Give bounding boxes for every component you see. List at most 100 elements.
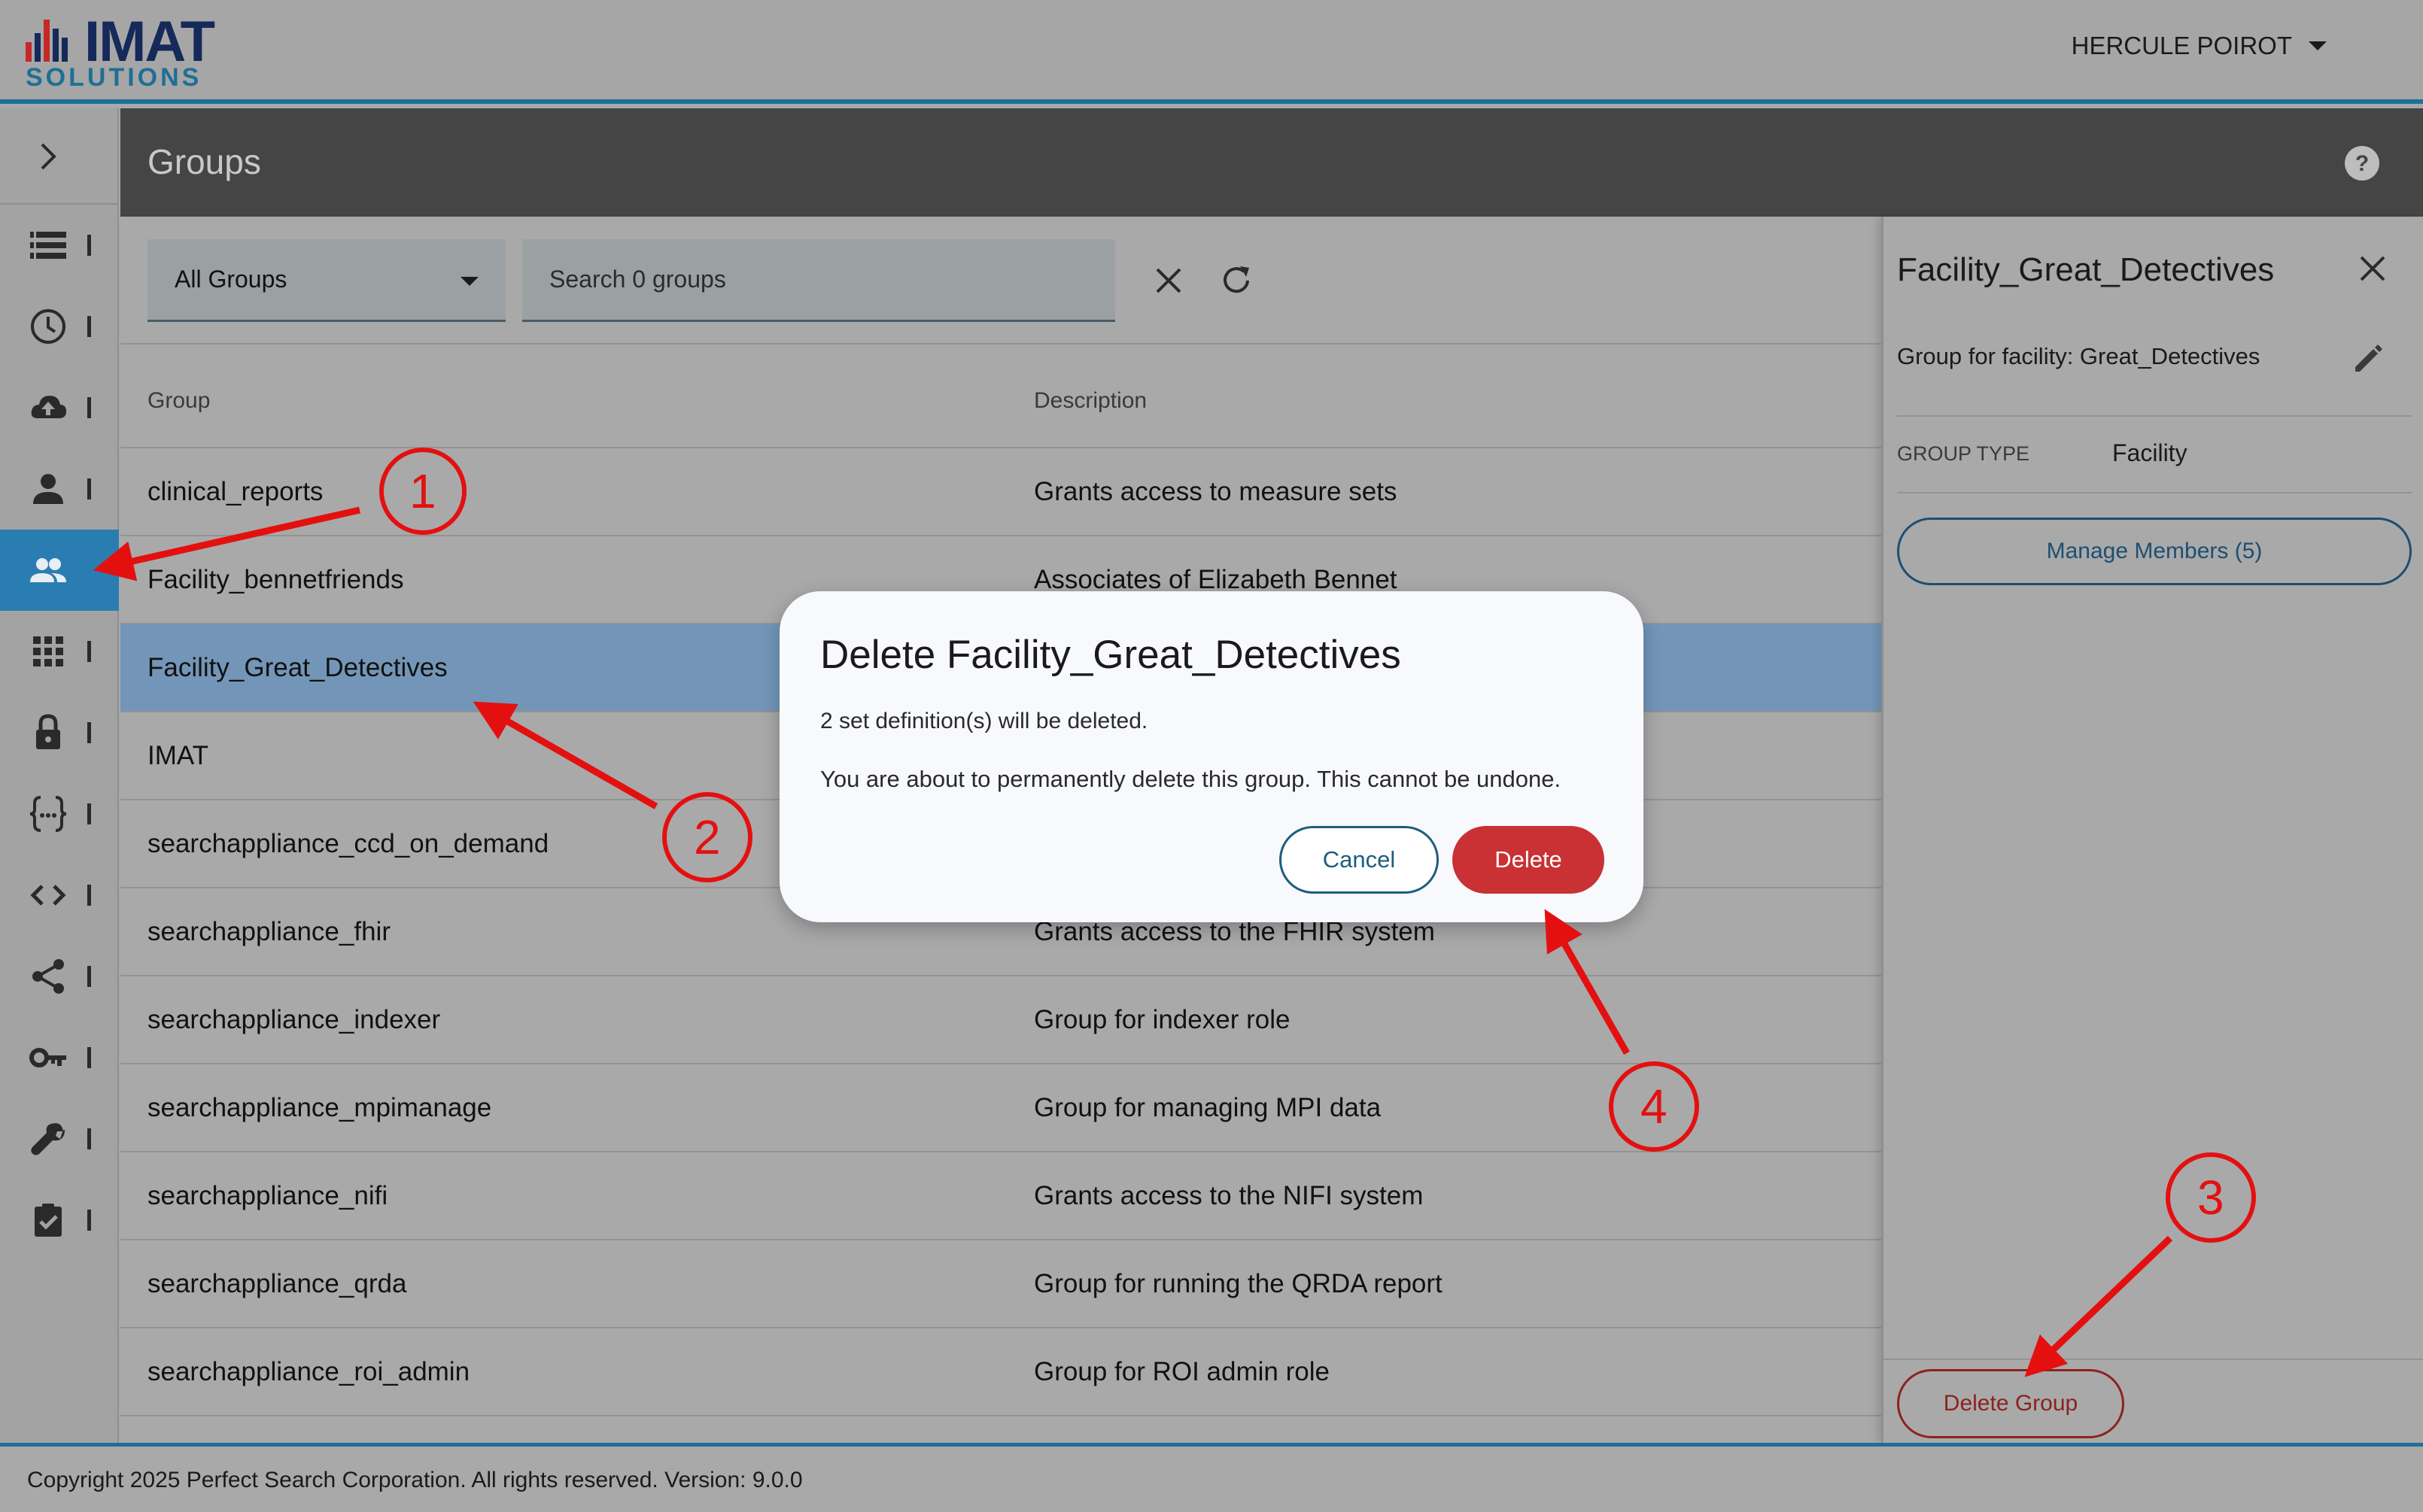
group-name: IMAT xyxy=(147,741,209,770)
group-name: Facility_Great_Detectives xyxy=(147,653,448,682)
group-name: searchappliance_nifi xyxy=(147,1181,388,1210)
group-filter-select[interactable]: All Groups xyxy=(147,239,506,322)
sidebar-item-upload[interactable] xyxy=(0,367,119,448)
imat-logo[interactable]: IMAT SOLUTIONS xyxy=(26,10,244,92)
logo-subtext: SOLUTIONS xyxy=(26,63,202,92)
sidebar-label-stub xyxy=(87,885,91,906)
sidebar-item-list[interactable] xyxy=(0,205,119,286)
sidebar-item-code[interactable] xyxy=(0,855,119,936)
dialog-title: Delete Facility_Great_Detectives xyxy=(820,633,1401,677)
sidebar-item-keys[interactable] xyxy=(0,1017,119,1098)
sidebar-label-stub xyxy=(87,722,91,743)
pencil-edit-icon[interactable] xyxy=(2349,340,2387,378)
sidebar-label-stub xyxy=(87,397,91,418)
panel-description: Group for facility: Great_Detectives xyxy=(1897,343,2260,369)
group-filter-value: All Groups xyxy=(175,266,287,293)
table-row[interactable]: searchappliance_mpimanage Group for mana… xyxy=(120,1064,1881,1152)
panel-title: Facility_Great_Detectives xyxy=(1897,251,2275,288)
divider xyxy=(1897,492,2412,493)
sidebar-item-apps[interactable] xyxy=(0,611,119,692)
group-type-label: GROUP TYPE xyxy=(1897,442,2030,465)
dropdown-arrow-icon xyxy=(461,277,479,286)
group-name: Facility_bennetfriends xyxy=(147,565,404,594)
person-icon xyxy=(33,474,63,504)
dialog-message-sets: 2 set definition(s) will be deleted. xyxy=(820,709,1148,733)
logo-bars-icon xyxy=(26,20,68,62)
sidebar-item-tasks[interactable] xyxy=(0,1180,119,1261)
sidebar-label-stub xyxy=(87,316,91,337)
sidebar-label-stub xyxy=(87,1128,91,1149)
sidebar-label-stub xyxy=(87,235,91,256)
group-description: Grants access to the NIFI system xyxy=(1034,1181,1424,1210)
close-icon[interactable] xyxy=(2355,251,2390,286)
sidebar-item-definitions[interactable] xyxy=(0,773,119,855)
table-header: Group Description xyxy=(120,343,1881,448)
caret-down-icon xyxy=(2309,41,2327,50)
sidebar-label-stub xyxy=(87,803,91,824)
search-input[interactable]: Search 0 groups xyxy=(522,239,1115,322)
clipboard-check-icon xyxy=(35,1204,62,1237)
sidebar-label-stub xyxy=(87,641,91,662)
sidebar-label-stub xyxy=(87,1210,91,1231)
sidebar-item-security[interactable] xyxy=(0,692,119,773)
clear-icon[interactable] xyxy=(1151,263,1186,298)
page-header: Groups ? xyxy=(120,108,2423,217)
sidebar-label-stub xyxy=(87,1047,91,1068)
user-name: HERCULE POIROT xyxy=(2071,32,2292,59)
table-row[interactable]: searchappliance_qrda Group for running t… xyxy=(120,1240,1881,1328)
group-description: Group for indexer role xyxy=(1034,1005,1291,1034)
sidebar-item-tools[interactable] xyxy=(0,1098,119,1180)
group-name: searchappliance_qrda xyxy=(147,1269,407,1298)
braces-icon xyxy=(29,796,67,832)
help-icon[interactable]: ? xyxy=(2343,144,2381,182)
table-row[interactable]: clinical_reports Grants access to measur… xyxy=(120,448,1881,536)
copyright-text: Copyright 2025 Perfect Search Corporatio… xyxy=(27,1468,803,1492)
annotation-number-3: 3 xyxy=(2197,1170,2224,1225)
column-header-group[interactable]: Group xyxy=(147,388,210,414)
group-name: searchappliance_fhir xyxy=(147,917,391,946)
sidebar-expand-button[interactable] xyxy=(0,108,119,205)
table-row[interactable]: searchappliance_roi_admin Group for ROI … xyxy=(120,1328,1881,1416)
search-placeholder: Search 0 groups xyxy=(549,266,726,293)
group-description: Group for managing MPI data xyxy=(1034,1093,1382,1122)
chevron-right-icon xyxy=(41,143,56,170)
divider xyxy=(1897,415,2412,417)
group-type-value: Facility xyxy=(2112,439,2187,466)
confirm-delete-button[interactable]: Delete xyxy=(1452,826,1604,894)
user-menu[interactable]: HERCULE POIROT xyxy=(2072,32,2327,60)
group-name: searchappliance_mpimanage xyxy=(147,1093,492,1122)
group-icon xyxy=(30,558,66,582)
logo-text: IMAT xyxy=(84,10,215,74)
share-icon xyxy=(32,959,64,994)
key-icon xyxy=(29,1048,66,1067)
group-name: searchappliance_ccd_on_demand xyxy=(147,829,549,858)
code-icon xyxy=(30,885,66,906)
cloud-upload-icon xyxy=(31,396,66,418)
table-row[interactable]: searchappliance_indexer Group for indexe… xyxy=(120,976,1881,1064)
sidebar-item-share[interactable] xyxy=(0,936,119,1017)
group-description: Grants access to measure sets xyxy=(1034,477,1397,506)
sidebar-label-stub xyxy=(87,478,91,499)
sidebar-item-history[interactable] xyxy=(0,286,119,367)
clock-icon xyxy=(31,309,65,344)
annotation-number-1: 1 xyxy=(409,464,436,518)
manage-members-button[interactable]: Manage Members (5) xyxy=(1897,518,2412,585)
annotation-number-4: 4 xyxy=(1640,1079,1668,1134)
group-name: clinical_reports xyxy=(147,477,324,506)
table-row[interactable]: searchappliance_nifi Grants access to th… xyxy=(120,1152,1881,1240)
delete-group-button[interactable]: Delete Group xyxy=(1897,1369,2124,1438)
sidebar-item-groups[interactable] xyxy=(0,530,119,611)
refresh-icon[interactable] xyxy=(1218,262,1255,299)
apps-grid-icon xyxy=(33,636,63,666)
cancel-button[interactable]: Cancel xyxy=(1279,826,1439,894)
column-header-description[interactable]: Description xyxy=(1034,388,1147,414)
svg-text:?: ? xyxy=(2355,151,2369,176)
page-title: Groups xyxy=(147,142,261,181)
wrench-icon xyxy=(31,1123,65,1155)
list-icon xyxy=(30,232,66,259)
delete-confirm-dialog: Delete Facility_Great_Detectives 2 set d… xyxy=(780,591,1643,922)
sidebar-item-users[interactable] xyxy=(0,448,119,530)
group-name: searchappliance_roi_admin xyxy=(147,1357,470,1386)
group-description: Group for ROI admin role xyxy=(1034,1357,1330,1386)
group-description: Associates of Elizabeth Bennet xyxy=(1034,565,1397,594)
